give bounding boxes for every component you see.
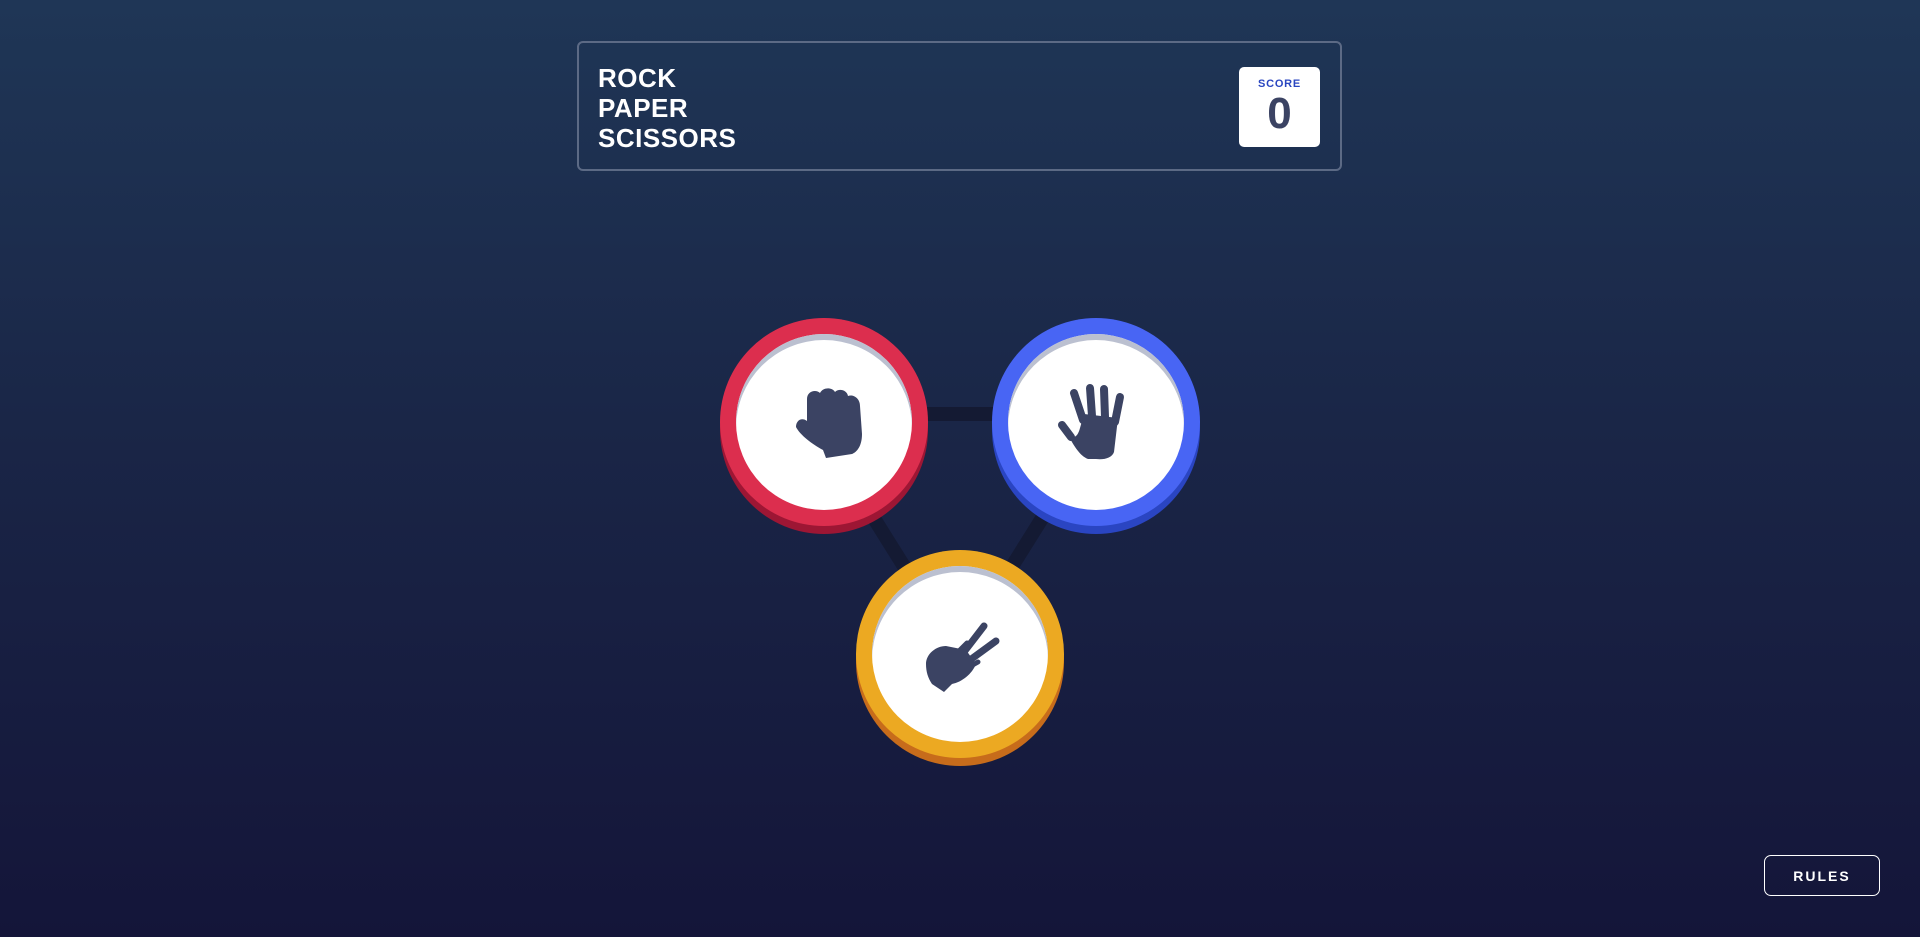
rules-button[interactable]: RULES xyxy=(1764,855,1880,896)
title-line-rock: ROCK xyxy=(598,63,677,93)
paper-button[interactable] xyxy=(992,318,1200,526)
scissors-hand-icon xyxy=(926,622,1000,692)
rock-button[interactable] xyxy=(720,318,928,526)
title-line-scissors: SCISSORS xyxy=(598,123,737,153)
score-value: 0 xyxy=(1267,89,1292,138)
rock-token-face xyxy=(736,334,912,510)
paper-token-face xyxy=(1008,334,1184,510)
game-title: ROCK PAPER SCISSORS xyxy=(598,63,736,153)
scissors-button[interactable] xyxy=(856,550,1064,758)
title-line-paper: PAPER xyxy=(598,93,689,123)
game-header: ROCK PAPER SCISSORS SCORE 0 xyxy=(577,41,1342,171)
open-hand-icon xyxy=(1058,384,1124,460)
triangle-line-top xyxy=(924,407,996,421)
score-box: SCORE 0 xyxy=(1239,67,1320,147)
scissors-token-face xyxy=(872,566,1048,742)
fist-icon xyxy=(796,388,862,458)
